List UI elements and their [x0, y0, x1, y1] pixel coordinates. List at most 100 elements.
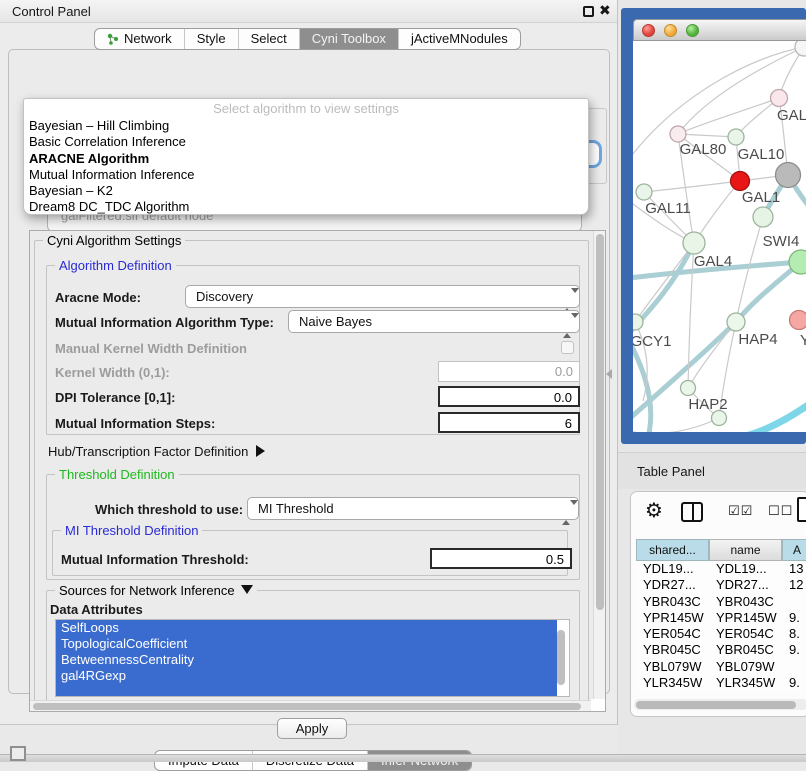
- network-node[interactable]: [776, 163, 801, 188]
- divider: [692, 504, 694, 520]
- checked-boxes-icon[interactable]: ☑☑: [728, 503, 753, 519]
- table-cell: 9.: [782, 642, 806, 658]
- zoom-traffic-icon[interactable]: [686, 24, 699, 37]
- scrollbar-thumb[interactable]: [636, 701, 796, 709]
- close-icon[interactable]: ✖: [599, 2, 611, 19]
- column-header-name[interactable]: name: [709, 539, 782, 561]
- settings-vertical-scrollbar[interactable]: [593, 231, 605, 699]
- table-cell: YBR045C: [636, 642, 709, 658]
- table-row[interactable]: YLR345WYLR345W9.: [636, 675, 806, 691]
- table-row[interactable]: YER054CYER054C8.: [636, 626, 806, 642]
- table-cell: YLR345W: [709, 675, 782, 691]
- table-cell: YBR045C: [709, 642, 782, 658]
- algorithm-option[interactable]: Dream8 DC_TDC Algorithm: [24, 199, 588, 215]
- selected-attributes-block: SelfLoopsTopologicalCoefficientBetweenne…: [56, 620, 557, 696]
- attribute-item[interactable]: BetweennessCentrality: [56, 652, 557, 668]
- settings-horizontal-scrollbar[interactable]: [30, 700, 591, 711]
- mi-type-combobox[interactable]: Naive Bayes: [288, 310, 580, 333]
- table-cell: YPR145W: [709, 610, 782, 626]
- table-cell: YER054C: [636, 626, 709, 642]
- manual-kernel-checkbox[interactable]: [561, 341, 574, 354]
- mi-steps-field[interactable]: 6: [438, 412, 580, 433]
- algorithm-option[interactable]: Bayesian – K2: [24, 183, 588, 199]
- tab-jactivemnodules[interactable]: jActiveMNodules: [399, 29, 520, 49]
- page-icon[interactable]: [797, 497, 806, 522]
- attribute-item[interactable]: TopologicalCoefficient: [56, 636, 557, 652]
- float-window-icon[interactable]: [583, 6, 594, 17]
- network-node[interactable]: [728, 129, 744, 145]
- network-node[interactable]: [789, 250, 806, 274]
- network-node[interactable]: [683, 232, 705, 254]
- node-label: HAP4: [738, 331, 777, 348]
- apply-button[interactable]: Apply: [277, 718, 347, 739]
- attribute-item[interactable]: SelfLoops: [56, 620, 557, 636]
- network-canvas[interactable]: GALGAL80GAL10GAL1GAL11SWI4GAL4GCY1HAP4YH…: [633, 41, 806, 432]
- cyni-settings-scrollpane: Cyni Algorithm Settings Algorithm Defini…: [29, 230, 606, 712]
- network-node[interactable]: [795, 41, 806, 56]
- split-columns-icon[interactable]: [681, 502, 703, 522]
- table-row[interactable]: YBR045CYBR045C9.: [636, 642, 806, 658]
- table-row[interactable]: YBR043CYBR043C: [636, 594, 806, 610]
- group-title: Algorithm Definition: [55, 258, 176, 273]
- column-header-shared[interactable]: shared...: [636, 539, 709, 561]
- node-label: HAP2: [688, 396, 727, 413]
- node-label: SWI4: [763, 233, 800, 250]
- algorithm-placeholder: Select algorithm to view settings: [24, 99, 588, 118]
- stepper-arrows-icon: [563, 290, 572, 311]
- network-node[interactable]: [771, 90, 788, 107]
- scrollbar-thumb[interactable]: [33, 703, 581, 710]
- table-cell: YDR27...: [636, 577, 709, 593]
- kernel-width-field[interactable]: 0.0: [438, 361, 580, 382]
- node-label: GAL1: [742, 189, 780, 206]
- tab-cyni-toolbox[interactable]: Cyni Toolbox: [300, 29, 399, 49]
- tab-select[interactable]: Select: [239, 29, 300, 49]
- network-node[interactable]: [753, 207, 773, 227]
- table-row[interactable]: YBL079WYBL079W: [636, 659, 806, 675]
- network-view-window: GALGAL80GAL10GAL1GAL11SWI4GAL4GCY1HAP4YH…: [621, 8, 806, 444]
- mi-threshold-field[interactable]: 0.5: [430, 548, 572, 569]
- network-node[interactable]: [681, 381, 696, 396]
- table-row[interactable]: YPR145WYPR145W9.: [636, 610, 806, 626]
- network-node[interactable]: [790, 311, 806, 330]
- node-label: GAL80: [680, 141, 727, 158]
- which-threshold-combobox[interactable]: MI Threshold: [247, 497, 579, 520]
- algorithm-option[interactable]: ARACNE Algorithm: [24, 151, 588, 167]
- table-row[interactable]: YDR27...YDR27...12: [636, 577, 806, 593]
- list-scrollbar-thumb[interactable]: [557, 630, 565, 685]
- algorithm-option[interactable]: Bayesian – Hill Climbing: [24, 118, 588, 134]
- table-cell: 9.: [782, 691, 806, 692]
- data-attributes-list[interactable]: SelfLoopsTopologicalCoefficientBetweenne…: [55, 619, 570, 697]
- tab-style[interactable]: Style: [185, 29, 239, 49]
- bottom-toolbar-edge: [0, 754, 806, 762]
- tab-network[interactable]: Network: [95, 29, 185, 49]
- attribute-item[interactable]: gal4RGexp: [56, 668, 557, 684]
- dpi-tolerance-field[interactable]: 0.0: [438, 386, 580, 407]
- table-cell: YBR043C: [636, 594, 709, 610]
- algorithm-option[interactable]: Basic Correlation Inference: [24, 134, 588, 150]
- mi-threshold-label: Mutual Information Threshold:: [61, 552, 249, 567]
- table-row[interactable]: YDL19...YDL19...13: [636, 561, 806, 577]
- network-node[interactable]: [670, 126, 686, 142]
- network-node[interactable]: [731, 172, 750, 191]
- network-window-titlebar[interactable]: [633, 19, 806, 41]
- panel-splitter-handle[interactable]: [606, 369, 612, 379]
- table-cell: 12: [782, 577, 806, 593]
- aracne-mode-combobox[interactable]: Discovery: [185, 285, 580, 308]
- corner-widget[interactable]: [10, 746, 26, 761]
- hub-definition-expander[interactable]: Hub/Transcription Factor Definition: [48, 444, 265, 459]
- table-horizontal-scrollbar[interactable]: [634, 699, 806, 710]
- network-node[interactable]: [636, 184, 652, 200]
- table-row[interactable]: YIL052CYIL052C9.: [636, 691, 806, 692]
- manual-kernel-label: Manual Kernel Width Definition: [55, 341, 247, 356]
- algorithm-option[interactable]: Mutual Information Inference: [24, 167, 588, 183]
- network-node[interactable]: [633, 314, 643, 330]
- close-traffic-icon[interactable]: [642, 24, 655, 37]
- minimize-traffic-icon[interactable]: [664, 24, 677, 37]
- network-node[interactable]: [727, 313, 745, 331]
- scrollbar-thumb[interactable]: [596, 234, 604, 610]
- unchecked-boxes-icon[interactable]: ☐☐: [768, 503, 793, 519]
- column-header-partial[interactable]: A: [782, 539, 806, 561]
- node-label: GAL11: [645, 200, 691, 217]
- gear-icon[interactable]: ⚙: [645, 498, 663, 523]
- control-panel-titlebar: Control Panel ✖: [0, 0, 617, 23]
